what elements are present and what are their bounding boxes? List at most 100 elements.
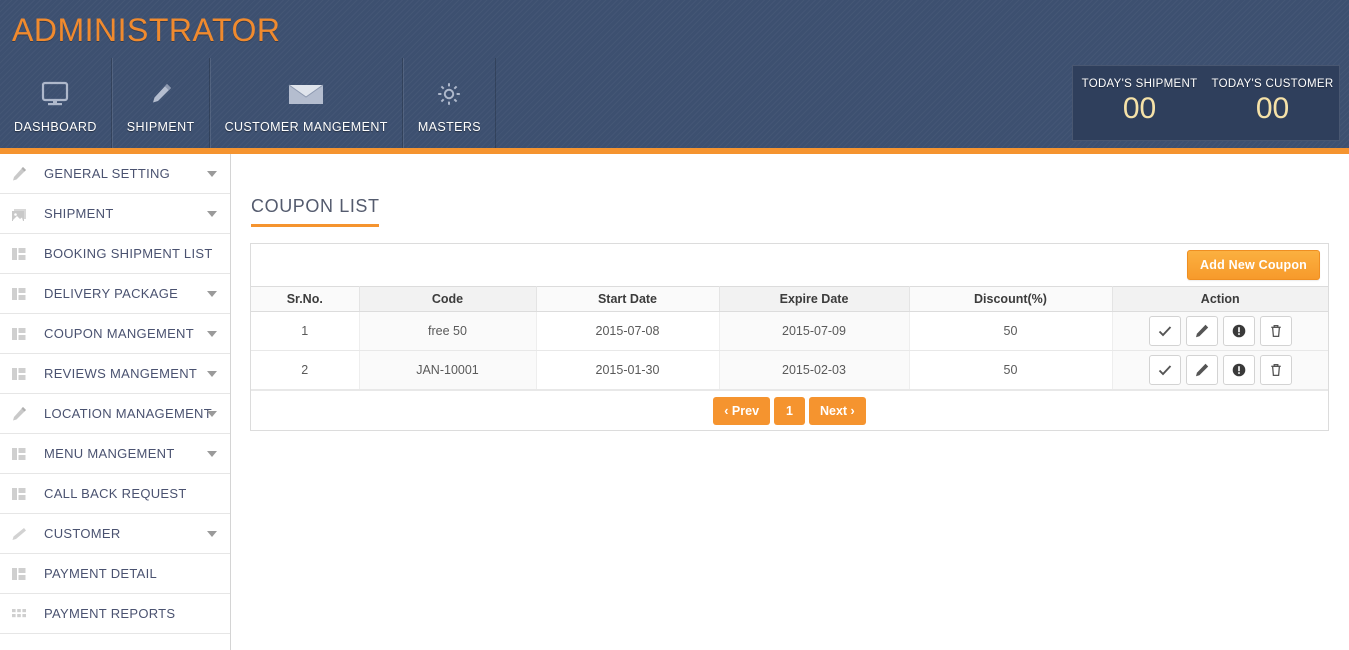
chevron-down-icon[interactable]	[207, 211, 217, 217]
columns-icon	[10, 365, 36, 383]
sidebar-item-label: PAYMENT REPORTS	[44, 606, 176, 621]
sidebar-item-menu-mangement[interactable]: MENU MANGEMENT	[0, 434, 230, 474]
cell-start-date: 2015-07-08	[536, 311, 720, 351]
stat-todays-customer: TODAY'S CUSTOMER 00	[1206, 66, 1339, 140]
trash-icon[interactable]	[1259, 316, 1292, 346]
nav-tab-customer-mangement[interactable]: CUSTOMER MANGEMENT	[209, 58, 403, 148]
nav-tab-label: MASTERS	[417, 120, 482, 134]
coupon-list-panel: Add New Coupon Sr.No. Code Start Date Ex…	[250, 243, 1329, 431]
sidebar-item-payment-detail[interactable]: PAYMENT DETAIL	[0, 554, 230, 594]
cell-code: free 50	[359, 311, 537, 351]
sidebar-item-delivery-package[interactable]: DELIVERY PACKAGE	[0, 274, 230, 314]
app-brand-title: ADMINISTRATOR	[12, 12, 281, 48]
stat-value: 00	[1122, 92, 1157, 125]
nav-tab-shipment[interactable]: SHIPMENT	[111, 58, 210, 148]
columns-icon	[10, 285, 36, 303]
nav-tab-label: CUSTOMER MANGEMENT	[224, 120, 388, 134]
sidebar-item-label: LOCATION MANAGEMENT	[44, 406, 212, 421]
chevron-down-icon[interactable]	[207, 451, 217, 457]
pencil-icon	[147, 74, 175, 114]
cell-actions	[1112, 350, 1328, 390]
pencil-icon	[10, 525, 36, 543]
columns-icon	[10, 445, 36, 463]
sidebar-item-booking-shipment-list[interactable]: BOOKING SHIPMENT LIST	[0, 234, 230, 274]
primary-nav-tabs: DASHBOARD SHIPMENT CUSTOMER MANGEMENT MA…	[0, 58, 497, 148]
sidebar-item-payment-reports[interactable]: PAYMENT REPORTS	[0, 594, 230, 634]
chevron-down-icon[interactable]	[207, 411, 217, 417]
trash-icon[interactable]	[1259, 355, 1292, 385]
sidebar-item-label: PAYMENT DETAIL	[44, 566, 158, 581]
sidebar-item-location-management[interactable]: LOCATION MANAGEMENT	[0, 394, 230, 434]
columns-icon	[10, 485, 36, 503]
column-header-discount: Discount(%)	[909, 286, 1113, 312]
pencil-icon[interactable]	[1185, 355, 1218, 385]
monitor-icon	[40, 74, 70, 114]
nav-tab-dashboard[interactable]: DASHBOARD	[0, 58, 112, 148]
pagination-page-1-button[interactable]: 1	[774, 396, 805, 425]
pagination-prev-button[interactable]: ‹ Prev	[713, 396, 771, 425]
envelope-icon	[288, 74, 324, 114]
cell-code: JAN-10001	[359, 350, 537, 390]
sidebar-nav: GENERAL SETTING SHIPMENT BOOKING SHIPMEN…	[0, 154, 231, 650]
main-content: COUPON LIST Add New Coupon Sr.No. Code S…	[231, 154, 1349, 650]
exclamation-circle-icon[interactable]	[1222, 355, 1255, 385]
chevron-down-icon[interactable]	[207, 371, 217, 377]
pagination-next-button[interactable]: Next ›	[808, 396, 866, 425]
sidebar-item-label: SHIPMENT	[44, 206, 114, 221]
sidebar-item-label: BOOKING SHIPMENT LIST	[44, 246, 213, 261]
panel-toolbar: Add New Coupon	[251, 244, 1328, 286]
cell-expire-date: 2015-02-03	[719, 350, 910, 390]
cell-start-date: 2015-01-30	[536, 350, 720, 390]
cell-discount: 50	[909, 311, 1113, 351]
sidebar-item-label: MENU MANGEMENT	[44, 446, 175, 461]
cell-expire-date: 2015-07-09	[719, 311, 910, 351]
chevron-down-icon[interactable]	[207, 291, 217, 297]
cell-actions	[1112, 311, 1328, 351]
sidebar-item-reviews-mangement[interactable]: REVIEWS MANGEMENT	[0, 354, 230, 394]
columns-icon	[10, 325, 36, 343]
cell-sr-no: 2	[251, 350, 360, 390]
table-header-row: Sr.No. Code Start Date Expire Date Disco…	[251, 286, 1328, 312]
today-stats-panel: TODAY'S SHIPMENT 00 TODAY'S CUSTOMER 00	[1072, 65, 1340, 141]
sidebar-item-label: REVIEWS MANGEMENT	[44, 366, 198, 381]
chevron-down-icon[interactable]	[207, 531, 217, 537]
title-underline	[251, 224, 379, 227]
top-header-bar: ADMINISTRATOR DASHBOARD SHIPMENT CUSTOME…	[0, 0, 1349, 148]
sidebar-item-label: DELIVERY PACKAGE	[44, 286, 179, 301]
sidebar-item-label: GENERAL SETTING	[44, 166, 171, 181]
nav-tab-masters[interactable]: MASTERS	[402, 58, 497, 148]
chevron-down-icon[interactable]	[207, 171, 217, 177]
column-header-code: Code	[359, 286, 537, 312]
stat-todays-shipment: TODAY'S SHIPMENT 00	[1073, 66, 1206, 140]
column-header-expire-date: Expire Date	[719, 286, 910, 312]
pencil-icon	[10, 405, 36, 423]
sidebar-item-general-setting[interactable]: GENERAL SETTING	[0, 154, 230, 194]
columns-icon	[10, 565, 36, 583]
page-title: COUPON LIST	[251, 196, 380, 216]
sidebar-item-coupon-mangement[interactable]: COUPON MANGEMENT	[0, 314, 230, 354]
sidebar-item-label: COUPON MANGEMENT	[44, 326, 194, 341]
cell-sr-no: 1	[251, 311, 360, 351]
column-header-start-date: Start Date	[536, 286, 720, 312]
sidebar-item-label: CUSTOMER	[44, 526, 121, 541]
table-row: 2 JAN-10001 2015-01-30 2015-02-03 50	[251, 350, 1328, 390]
sidebar-item-customer[interactable]: CUSTOMER	[0, 514, 230, 554]
check-icon[interactable]	[1148, 355, 1181, 385]
add-new-coupon-button[interactable]: Add New Coupon	[1187, 250, 1320, 280]
sidebar-item-shipment[interactable]: SHIPMENT	[0, 194, 230, 234]
chevron-down-icon[interactable]	[207, 331, 217, 337]
columns-icon	[10, 245, 36, 263]
check-icon[interactable]	[1148, 316, 1181, 346]
table-row: 1 free 50 2015-07-08 2015-07-09 50	[251, 311, 1328, 351]
stat-value: 00	[1255, 92, 1290, 125]
pagination: ‹ Prev 1 Next ›	[251, 390, 1328, 430]
stat-label: TODAY'S SHIPMENT	[1081, 78, 1198, 90]
pencil-icon[interactable]	[1185, 316, 1218, 346]
images-icon	[10, 205, 36, 223]
coupon-table: Sr.No. Code Start Date Expire Date Disco…	[251, 286, 1328, 390]
grid-icon	[10, 605, 36, 623]
exclamation-circle-icon[interactable]	[1222, 316, 1255, 346]
column-header-action: Action	[1112, 286, 1328, 312]
stat-label: TODAY'S CUSTOMER	[1211, 78, 1334, 90]
sidebar-item-call-back-request[interactable]: CALL BACK REQUEST	[0, 474, 230, 514]
